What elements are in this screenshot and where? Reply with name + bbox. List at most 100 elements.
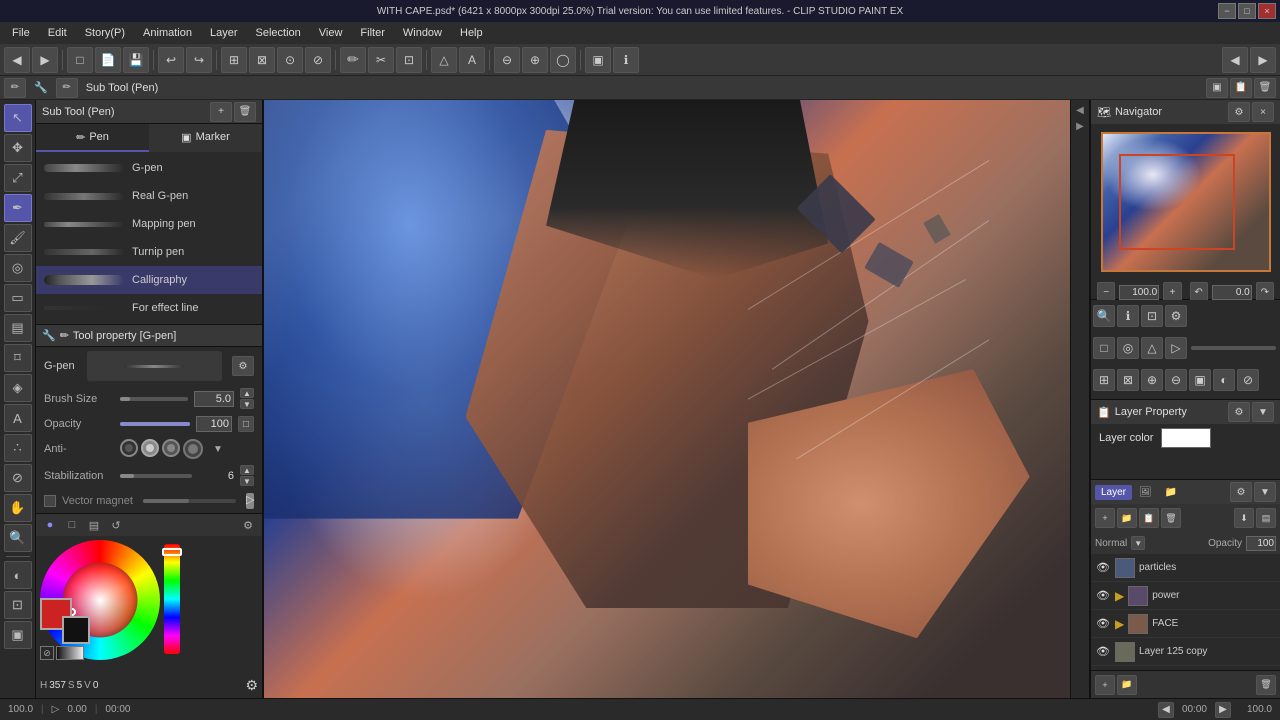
ruler-button[interactable]: △ [431,47,457,73]
rt-tool7[interactable]: ⊕ [1141,369,1163,391]
sub-tool-delete[interactable]: 🗑 [234,102,256,122]
rt-tool4[interactable]: ▷ [1165,337,1187,359]
redo-button[interactable]: ↪ [186,47,212,73]
eraser-button[interactable]: ✂ [368,47,394,73]
nav-fwd-button[interactable]: ▶ [32,47,58,73]
brush-mapping-pen[interactable]: Mapping pen [36,210,262,238]
tool-brush[interactable]: 🖌 [4,224,32,252]
brush-real-gpen[interactable]: Real G-pen [36,182,262,210]
brush-calligraphy[interactable]: Calligraphy [36,266,262,294]
tool-pen[interactable]: ✒ [4,194,32,222]
color-tab-wheel[interactable]: ● [40,516,60,534]
tool-magic-wand[interactable]: ⊡ [4,591,32,619]
new-file-button[interactable]: □ [67,47,93,73]
close-button[interactable]: × [1258,3,1276,19]
layer-delete[interactable]: 🗑 [1161,508,1181,528]
opacity-input[interactable] [196,416,232,432]
rt-tool8[interactable]: ⊖ [1165,369,1187,391]
tool-ruler[interactable]: ◈ [4,374,32,402]
brush-size-up[interactable]: ▲ [240,388,254,398]
tool-fill[interactable]: ▭ [4,284,32,312]
layer-merge-down[interactable]: ⬇ [1234,508,1254,528]
tab-pen[interactable]: ✏ Pen [36,124,149,152]
nav-zoom-input[interactable] [1119,285,1159,300]
nav-thumbnail[interactable] [1101,132,1271,272]
status-timeline-right[interactable]: ▶ [1215,702,1231,718]
rt-tool6[interactable]: ⊠ [1117,369,1139,391]
menu-file[interactable]: File [4,25,38,41]
tool-selection-pen[interactable]: ▣ [4,621,32,649]
anti-selector[interactable]: ▼ [213,444,223,455]
layer-copy[interactable]: 📋 [1139,508,1159,528]
layer-item-power[interactable]: 👁 ▶ power [1091,582,1280,610]
nav-settings[interactable]: ⚙ [1228,102,1250,122]
color-tab-history[interactable]: ↺ [106,516,126,534]
color-tab-slider[interactable]: ▤ [84,516,104,534]
opacity-slider[interactable] [120,422,190,426]
tool-figure[interactable]: ⌑ [4,344,32,372]
minimize-button[interactable]: − [1218,3,1236,19]
save-button[interactable]: 💾 [123,47,149,73]
layer-tab-frames[interactable]: 🖼 [1133,485,1158,500]
blend-mode-dropdown[interactable]: ▼ [1131,536,1145,550]
color-tab-palette[interactable]: □ [62,516,82,534]
layer-delete-bottom[interactable]: 🗑 [1256,675,1276,695]
tool-gradient[interactable]: ▤ [4,314,32,342]
brush-turnip-pen[interactable]: Turnip pen [36,238,262,266]
opacity-lock[interactable]: □ [238,416,254,432]
expand-btn[interactable]: ▶ [1072,118,1088,134]
gradient-preview[interactable] [56,646,84,660]
tool-color-picker[interactable]: ⊘ [4,464,32,492]
layer-item-face[interactable]: 👁 ▶ FACE [1091,610,1280,638]
menu-animation[interactable]: Animation [135,25,200,41]
stabilization-slider[interactable] [120,474,192,478]
rt-tool10[interactable]: ◐ [1213,369,1235,391]
brush-g-pen[interactable]: G-pen [36,154,262,182]
nav-rotate-right[interactable]: ↷ [1256,282,1274,302]
stab-down[interactable]: ▼ [240,476,254,486]
layer-panel-expand[interactable]: ▼ [1254,482,1276,502]
subtool-btn1[interactable]: ▣ [1206,78,1228,98]
tool-hand[interactable]: ✋ [4,494,32,522]
fit-button[interactable]: ◯ [550,47,576,73]
menu-story[interactable]: Story(P) [77,25,133,41]
brush-effect-line[interactable]: For effect line [36,294,262,322]
anti-weak[interactable] [141,439,159,457]
layer-eye-125[interactable]: 👁 [1095,644,1111,660]
lp-settings[interactable]: ⚙ [1228,402,1250,422]
vector-magnet-expand[interactable]: ▷ [246,493,254,509]
layer-panel-settings[interactable]: ⚙ [1230,482,1252,502]
color-mode-button[interactable]: ▣ [585,47,611,73]
layer-tab-layer[interactable]: Layer [1095,485,1132,500]
selection-button[interactable]: ⊠ [249,47,275,73]
transparent-button[interactable]: ⊘ [40,646,54,660]
tool-transform[interactable]: ⤢ [4,164,32,192]
tool-layer-move[interactable]: ◐ [4,561,32,589]
layer-new-bottom[interactable]: + [1095,675,1115,695]
tool-move[interactable]: ✥ [4,134,32,162]
rt-info[interactable]: ℹ [1117,305,1139,327]
nav-back-button[interactable]: ◀ [4,47,30,73]
brush-size-down[interactable]: ▼ [240,399,254,409]
menu-window[interactable]: Window [395,25,450,41]
collapse-btn[interactable]: ◀ [1072,102,1088,118]
layer-item-particles[interactable]: 👁 particles [1091,554,1280,582]
brush-size-slider[interactable] [120,397,188,401]
layer-folder-bottom[interactable]: 📁 [1117,675,1137,695]
open-button[interactable]: 📄 [95,47,121,73]
anti-strong[interactable] [183,439,203,459]
vector-magnet-check[interactable] [44,495,56,507]
anti-off[interactable] [120,439,138,457]
nav-rotation-input[interactable] [1212,285,1252,300]
rt-tool11[interactable]: ⊘ [1237,369,1259,391]
vector-magnet-slider[interactable] [143,499,236,503]
color-panel-settings[interactable]: ⚙ [238,516,258,534]
layer-tab-folder[interactable]: 📁 [1159,485,1183,500]
help-button[interactable]: ℹ [613,47,639,73]
subtool-btn3[interactable]: 🗑 [1254,78,1276,98]
tool-zoom[interactable]: 🔍 [4,524,32,552]
nav-close[interactable]: × [1252,102,1274,122]
fill-button[interactable]: ⊡ [396,47,422,73]
tool-decoration[interactable]: ∴ [4,434,32,462]
menu-help[interactable]: Help [452,25,491,41]
